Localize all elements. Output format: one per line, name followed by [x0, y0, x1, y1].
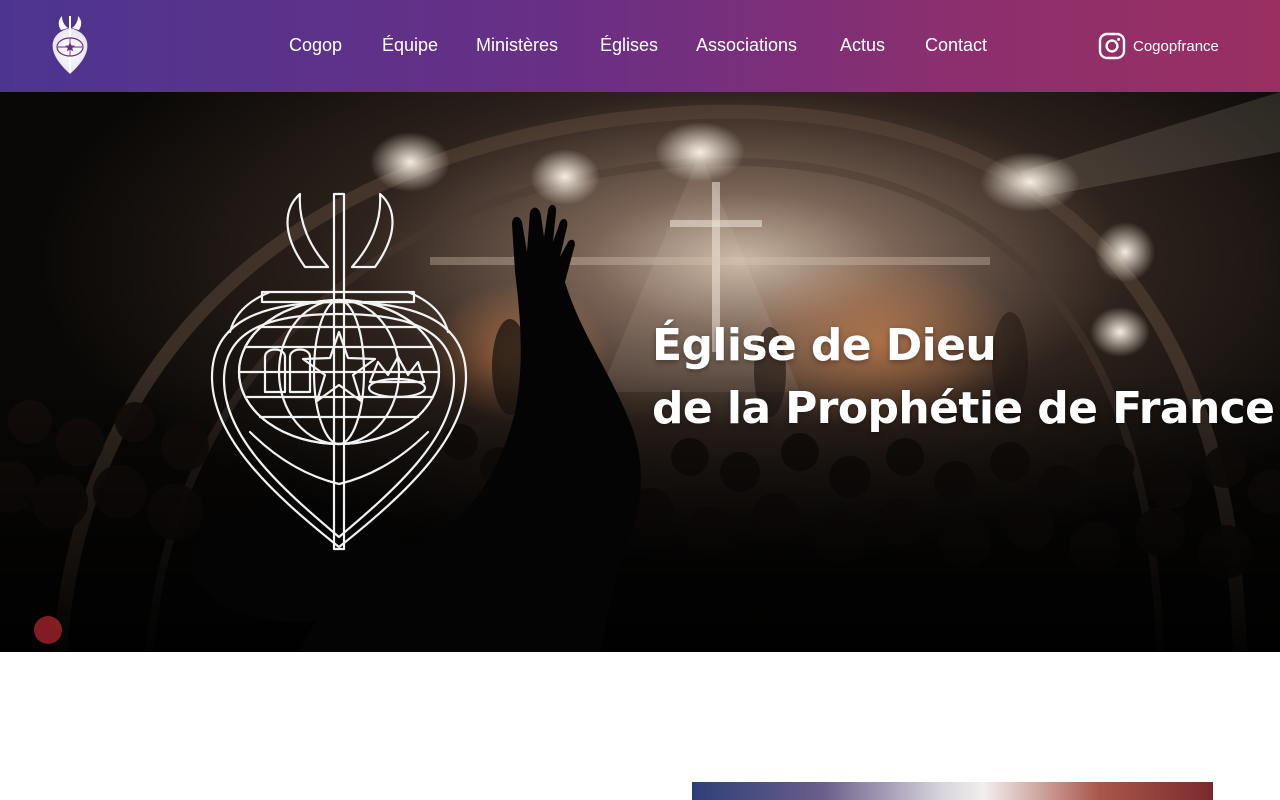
hero-title: Église de Dieu de la Prophétie de France — [652, 314, 1275, 440]
cogop-emblem-icon — [210, 192, 468, 551]
instagram-link[interactable]: Cogopfrance — [1098, 32, 1219, 60]
instagram-handle: Cogopfrance — [1133, 37, 1219, 55]
content-image — [692, 782, 1213, 800]
hero-title-line-1: Église de Dieu — [652, 320, 997, 371]
nav-associations[interactable]: Associations — [696, 34, 797, 56]
nav-eglises[interactable]: Églises — [600, 34, 658, 56]
hero-section: Église de Dieu de la Prophétie de France — [0, 92, 1280, 652]
hero-title-line-2: de la Prophétie de France — [652, 383, 1275, 434]
main-nav: Cogop Équipe Ministères Églises Associat… — [0, 0, 1280, 92]
nav-actus[interactable]: Actus — [840, 34, 885, 56]
site-header: Cogop Équipe Ministères Églises Associat… — [0, 0, 1280, 92]
nav-ministeres[interactable]: Ministères — [476, 34, 558, 56]
nav-contact[interactable]: Contact — [925, 34, 987, 56]
instagram-icon — [1098, 32, 1126, 60]
nav-equipe[interactable]: Équipe — [382, 34, 438, 56]
nav-cogop[interactable]: Cogop — [289, 34, 342, 56]
